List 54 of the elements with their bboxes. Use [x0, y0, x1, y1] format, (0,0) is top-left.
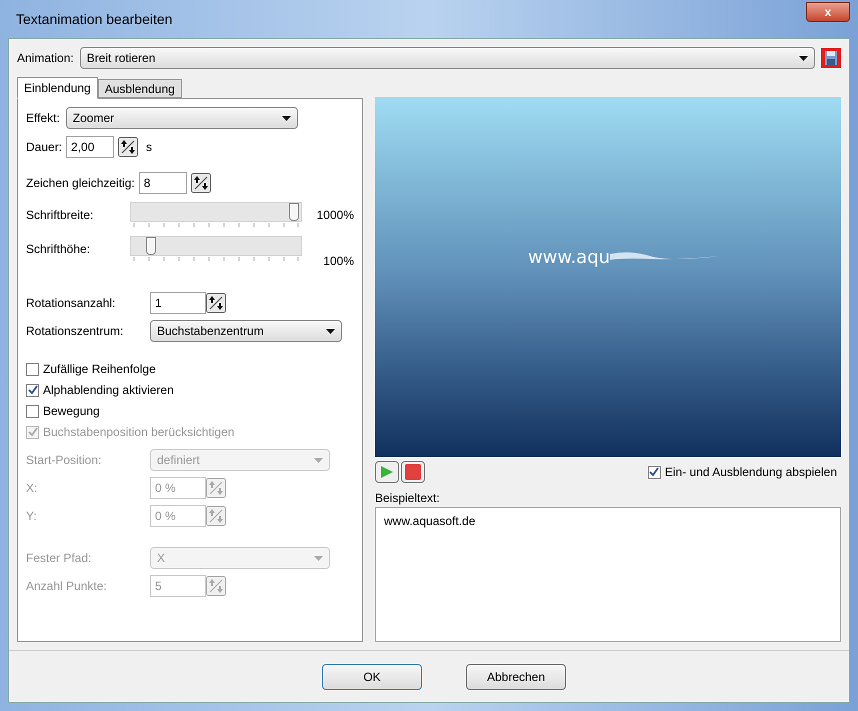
window-title: Textanimation bearbeiten [16, 10, 172, 28]
tab[interactable]: Ausblendung [98, 79, 182, 98]
checkbox-label: Bewegung [43, 403, 100, 420]
checkbox[interactable] [26, 362, 39, 376]
checkbox-label: Ein- und Ausblendung abspielen [664, 464, 837, 481]
field-label: Dauer: [26, 139, 62, 156]
animation-label: Animation: [17, 50, 74, 67]
unit-label: s [146, 139, 152, 156]
slider-label: Schriftbreite: [26, 207, 94, 224]
field-label: Start-Position: [26, 452, 102, 469]
slider-thumb[interactable] [146, 237, 156, 255]
field-label: Anzahl Punkte: [26, 578, 108, 595]
caret-icon [799, 56, 808, 60]
number-field[interactable]: 1 [150, 292, 206, 314]
play-button[interactable] [375, 461, 399, 483]
spin-icon[interactable] [206, 293, 226, 313]
play-icon [380, 465, 394, 479]
field-label: Rotationszentrum: [26, 323, 124, 340]
field-label: Rotationsanzahl: [26, 295, 116, 312]
sample-text-label: Beispieltext: [375, 490, 441, 507]
dropdown[interactable]: Zoomer [66, 107, 298, 129]
checkbox-label: Buchstabenposition berücksichtigen [43, 424, 234, 441]
field-label: Effekt: [26, 110, 60, 127]
checkbox[interactable] [648, 466, 661, 478]
sample-text-field[interactable]: www.aquasoft.de [375, 507, 841, 642]
number-field[interactable]: 8 [138, 172, 187, 194]
slider-reading: 100% [322, 253, 354, 270]
field-label: Fester Pfad: [26, 550, 92, 567]
caret-icon [282, 116, 291, 120]
stop-button[interactable] [401, 461, 425, 483]
field-label: Y: [26, 508, 38, 525]
caret-icon [326, 328, 335, 334]
caret-icon [314, 458, 323, 462]
save-icon[interactable] [821, 48, 841, 68]
stop-icon [405, 464, 421, 480]
dialog-button[interactable]: OK [322, 664, 422, 690]
dropdown[interactable]: Buchstabenzentrum [150, 320, 342, 342]
dialog-button[interactable]: Abbrechen [466, 664, 566, 690]
spin-icon[interactable] [190, 173, 211, 193]
field-label: X: [26, 480, 38, 497]
duration-field[interactable]: 2,00 [66, 136, 114, 158]
field-label: Zeichen gleichzeitig: [26, 175, 135, 192]
slider-thumb[interactable] [288, 203, 299, 221]
spin-icon[interactable] [118, 137, 138, 157]
checkbox-label: Zufällige Reihenfolge [43, 361, 156, 378]
caret-icon [314, 556, 323, 560]
checkbox[interactable] [26, 404, 39, 418]
tab[interactable]: Einblendung [17, 77, 98, 99]
preview-text: www.aqu [528, 246, 610, 270]
checkbox[interactable] [26, 384, 39, 396]
dropdown[interactable]: Breit rotieren [80, 47, 815, 69]
slider-label: Schrifthöhe: [26, 241, 92, 258]
slider-reading: 1000% [316, 207, 354, 224]
checkbox-label: Alphablending aktivieren [43, 382, 174, 399]
